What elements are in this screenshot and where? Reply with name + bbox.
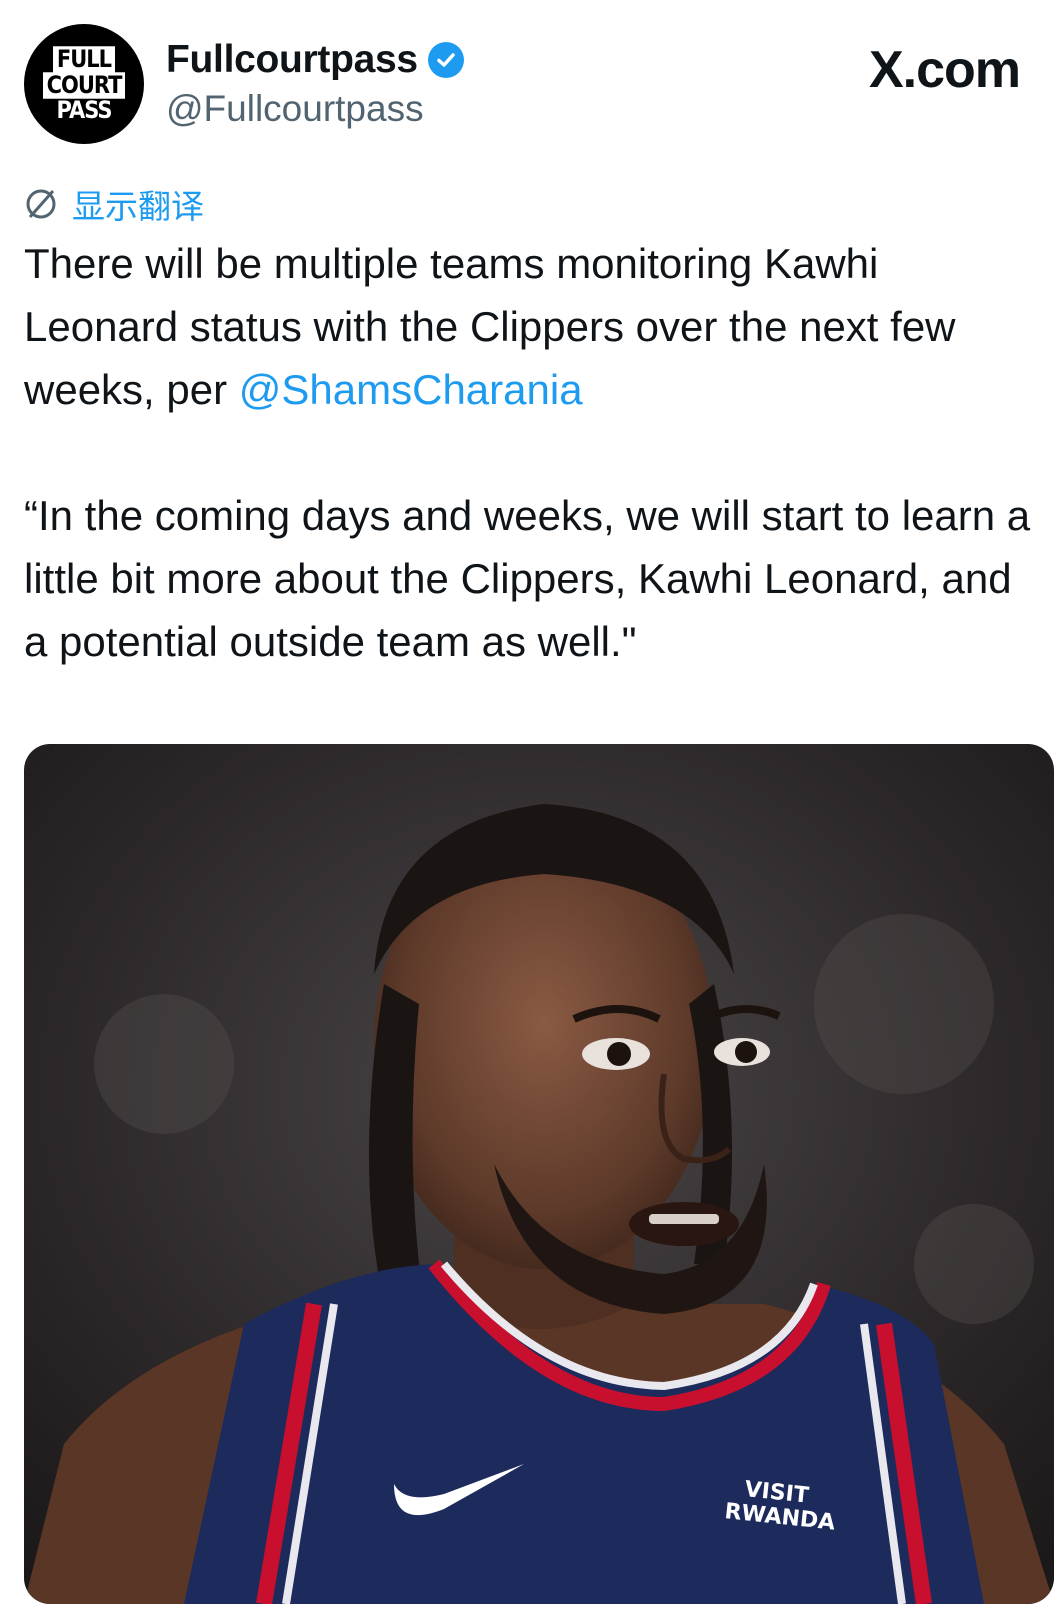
tweet-photo[interactable]: VISIT RWANDA — [24, 744, 1054, 1604]
display-name[interactable]: Fullcourtpass — [166, 38, 418, 82]
avatar[interactable]: FULL COURT PASS — [24, 24, 144, 144]
author-name-row[interactable]: Fullcourtpass — [166, 38, 464, 82]
verified-badge-icon — [427, 42, 464, 78]
author-handle[interactable]: @Fullcourtpass — [166, 88, 424, 130]
show-translation-label: 显示翻译 — [72, 188, 204, 225]
avatar-text-pass: PASS — [56, 95, 112, 124]
avatar-text-full: FULL — [52, 45, 116, 73]
translate-globe-icon — [26, 189, 56, 219]
avatar-text-court: COURT — [42, 71, 126, 99]
mention-link[interactable]: @ShamsCharania — [239, 366, 583, 413]
source-watermark: X.com — [868, 41, 1021, 99]
tweet-header: FULL COURT PASS Fullcourtpass @Fullcourt… — [0, 0, 1064, 160]
show-translation-link[interactable]: 显示翻译 — [24, 180, 204, 228]
tweet-quote: “In the coming days and weeks, we will s… — [24, 492, 1042, 665]
tweet-body: There will be multiple teams monitoring … — [24, 232, 1034, 673]
player-photo-illustration: VISIT RWANDA — [24, 744, 1054, 1604]
